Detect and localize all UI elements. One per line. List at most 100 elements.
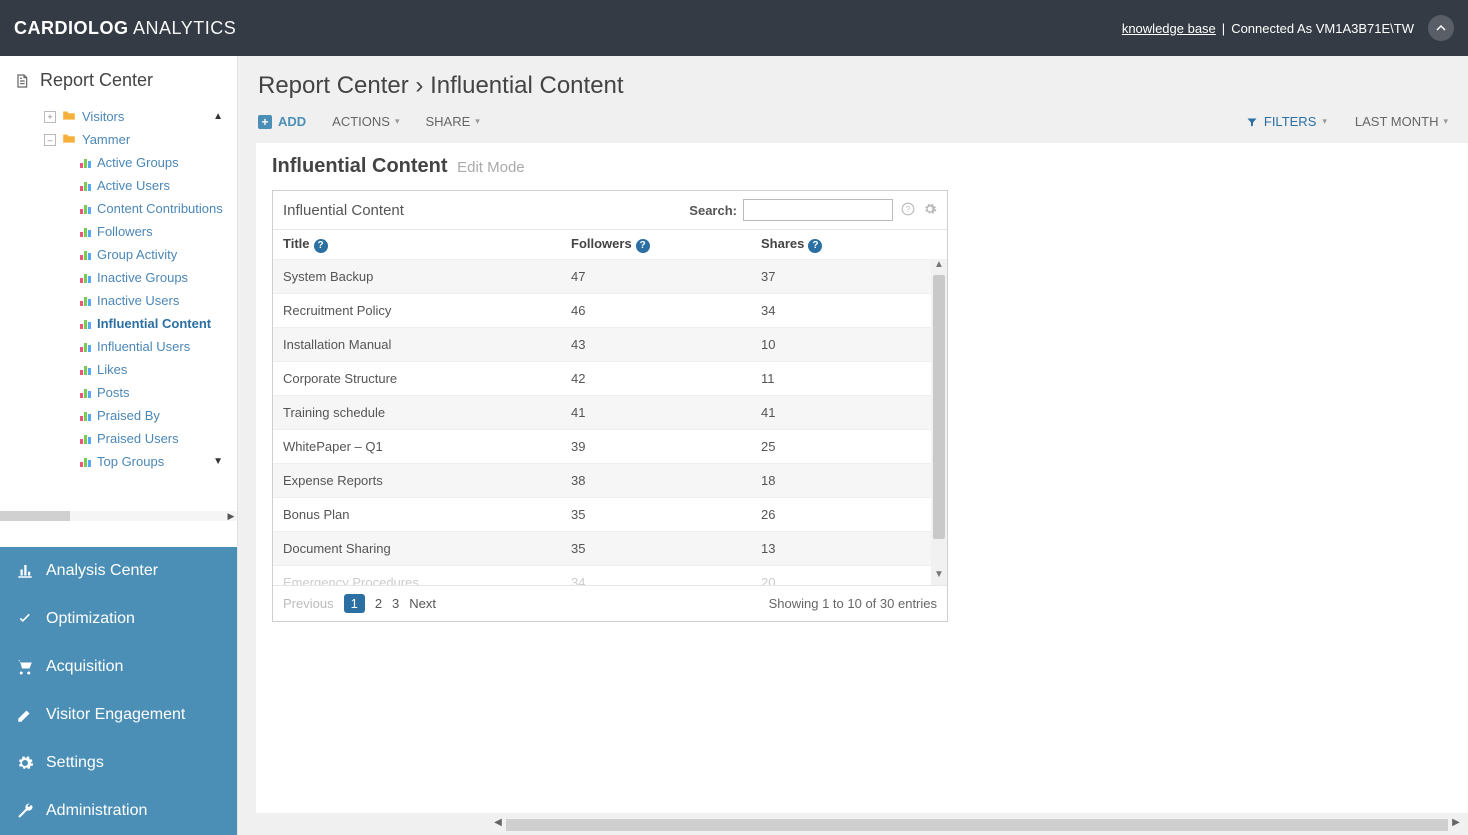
table-row[interactable]: Expense Reports3818 [273,463,931,497]
breadcrumb: Report Center › Influential Content [258,72,1448,100]
timerange-menu[interactable]: LAST MONTH ▾ [1355,114,1448,129]
tree-report-item[interactable]: Likes [6,358,231,381]
tree-report-item[interactable]: Influential Users [6,335,231,358]
scroll-right-icon[interactable]: ▶ [1448,817,1464,833]
nav-visitor-engagement[interactable]: Visitor Engagement [0,691,237,739]
pager-page-3[interactable]: 3 [392,596,399,611]
gear-icon[interactable] [923,202,937,219]
scrollbar-thumb[interactable] [506,819,1448,831]
collapse-up-button[interactable] [1428,15,1454,41]
help-icon[interactable]: ? [901,202,915,219]
expand-icon[interactable]: + [44,111,56,123]
filters-menu[interactable]: FILTERS ▾ [1246,114,1327,129]
column-followers[interactable]: Followers? [571,236,761,253]
scrollbar-thumb[interactable] [0,511,70,521]
cell-followers: 35 [571,541,761,556]
tree-report-item[interactable]: Influential Content [6,312,231,335]
search-input[interactable] [743,199,893,221]
tree-report-item[interactable]: Praised Users [6,427,231,450]
tree-report-item[interactable]: Top Groups▼ [6,450,231,473]
tree-report-item[interactable]: Group Activity [6,243,231,266]
pager-next[interactable]: Next [409,596,436,611]
nav-settings[interactable]: Settings [0,739,237,787]
column-shares[interactable]: Shares? [761,236,937,253]
folder-open-icon [62,132,76,147]
table-vertical-scrollbar[interactable]: ▲ ▼ [931,259,947,585]
widget-header: Influential Content Search: ? [273,191,947,230]
table-row[interactable]: Installation Manual4310 [273,327,931,361]
chevron-down-icon: ▾ [395,116,400,127]
tree-visitors-label: Visitors [82,109,124,124]
table-row[interactable]: Training schedule4141 [273,395,931,429]
down-arrow-icon[interactable]: ▼ [213,456,227,467]
tree-report-item[interactable]: Posts [6,381,231,404]
chevron-down-icon: ▾ [1322,116,1327,127]
add-button[interactable]: + ADD [258,114,306,129]
scroll-up-icon[interactable]: ▲ [931,259,947,275]
tree-report-item[interactable]: Followers [6,220,231,243]
main-horizontal-scrollbar[interactable]: ◀ ▶ [490,817,1464,833]
breadcrumb-sep: › [415,72,430,99]
tree-horizontal-scrollbar[interactable]: ▶ [0,511,237,521]
table-row-cutoff: Emergency Procedures 34 20 [273,565,931,585]
help-icon[interactable]: ? [636,239,650,253]
mini-chart-icon [80,434,91,444]
sidebar-header-label: Report Center [40,70,153,91]
nav-label: Acquisition [46,658,123,676]
up-arrow-icon[interactable]: ▲ [213,111,227,122]
scrollbar-thumb[interactable] [933,275,945,540]
cell-title: Bonus Plan [283,507,571,522]
scrollbar-track[interactable] [931,275,947,569]
cell-title: Expense Reports [283,473,571,488]
pager-page-2[interactable]: 2 [375,596,382,611]
table-row[interactable]: Bonus Plan3526 [273,497,931,531]
tree-item-label: Praised Users [97,431,179,446]
page-title-text: Influential Content [272,155,448,177]
svg-text:?: ? [906,204,911,213]
folder-icon [62,109,76,124]
mini-chart-icon [80,365,91,375]
sidebar-header[interactable]: Report Center [0,56,237,105]
tree-report-item[interactable]: Active Users [6,174,231,197]
tree-report-item[interactable]: Content Contributions [6,197,231,220]
scroll-left-icon[interactable]: ◀ [490,817,506,833]
widget-footer: Previous 1 2 3 Next Showing 1 to 10 of 3… [273,585,947,621]
sidebar: Report Center + Visitors ▲ – Yammer Acti… [0,56,238,835]
nav-analysis-center[interactable]: Analysis Center [0,547,237,595]
tree-visitors[interactable]: + Visitors ▲ [6,105,231,128]
collapse-icon[interactable]: – [44,134,56,146]
help-icon[interactable]: ? [808,239,822,253]
actions-menu[interactable]: ACTIONS ▾ [332,114,399,129]
toolbar: + ADD ACTIONS ▾ SHARE ▾ FILTERS ▾ LAST M… [238,104,1468,143]
table-row[interactable]: System Backup4737 [273,259,931,293]
nav-acquisition[interactable]: Acquisition [0,643,237,691]
cell-followers: 38 [571,473,761,488]
share-menu[interactable]: SHARE ▾ [426,114,480,129]
knowledge-base-link[interactable]: knowledge base [1122,21,1216,36]
table-row[interactable]: Recruitment Policy4634 [273,293,931,327]
edit-mode-label[interactable]: Edit Mode [457,159,525,176]
actions-label: ACTIONS [332,114,390,129]
table-row[interactable]: Document Sharing3513 [273,531,931,565]
breadcrumb-parent[interactable]: Report Center [258,72,409,99]
table-row[interactable]: Corporate Structure4211 [273,361,931,395]
table-row[interactable]: WhitePaper – Q13925 [273,429,931,463]
pencil-icon [16,706,34,724]
tree-item-label: Content Contributions [97,201,223,216]
nav-optimization[interactable]: Optimization [0,595,237,643]
tree-report-item[interactable]: Inactive Groups [6,266,231,289]
help-icon[interactable]: ? [314,239,328,253]
cell-title: Emergency Procedures [283,575,571,576]
scroll-right-icon[interactable]: ▶ [225,511,237,521]
add-label: ADD [278,114,306,129]
tree-report-item[interactable]: Praised By [6,404,231,427]
tree-yammer[interactable]: – Yammer [6,128,231,151]
pager-previous[interactable]: Previous [283,596,334,611]
nav-administration[interactable]: Administration [0,787,237,835]
cell-shares: 26 [761,507,921,522]
column-title[interactable]: Title? [283,236,571,253]
tree-report-item[interactable]: Active Groups [6,151,231,174]
scroll-down-icon[interactable]: ▼ [931,569,947,585]
tree-report-item[interactable]: Inactive Users [6,289,231,312]
pager-page-1[interactable]: 1 [344,594,365,613]
